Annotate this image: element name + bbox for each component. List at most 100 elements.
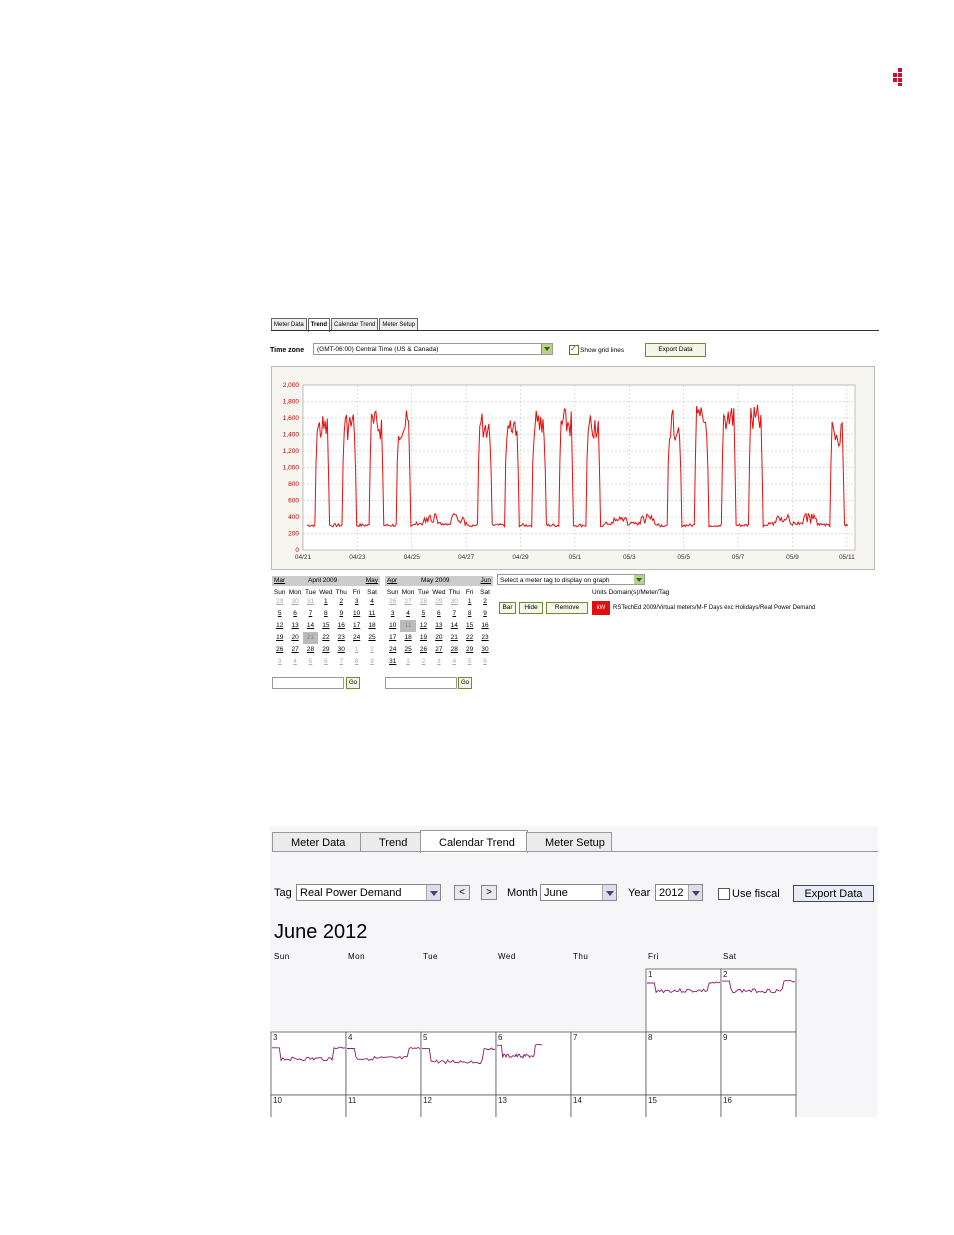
calendar-day[interactable]: 31 <box>385 656 400 668</box>
calendar-day[interactable]: 24 <box>349 632 364 644</box>
calendar-day[interactable]: 27 <box>287 644 302 656</box>
calendar-day[interactable]: 4 <box>287 656 302 668</box>
calendar-day[interactable]: 13 <box>431 620 446 632</box>
calendar-day[interactable]: 2 <box>334 596 349 608</box>
calendar-day[interactable]: 4 <box>447 656 462 668</box>
calendar-day[interactable]: 22 <box>318 632 333 644</box>
calendar-day[interactable]: 9 <box>364 656 379 668</box>
calendar-day[interactable]: 2 <box>477 596 492 608</box>
mini-calendar-prev-link[interactable]: Apr <box>387 577 397 584</box>
calendar-day[interactable]: 3 <box>431 656 446 668</box>
calendar-day[interactable]: 6 <box>477 656 492 668</box>
calendar-day[interactable]: 22 <box>462 632 477 644</box>
calendar-day[interactable]: 10 <box>349 608 364 620</box>
calendar-day[interactable]: 19 <box>272 632 287 644</box>
bar-button[interactable]: Bar <box>499 602 516 614</box>
remove-button[interactable]: Remove <box>546 602 588 614</box>
calendar-day[interactable]: 3 <box>385 608 400 620</box>
time-zone-select[interactable]: (GMT-06:00) Central Time (US & Canada) <box>313 343 553 355</box>
calendar-day[interactable]: 13 <box>287 620 302 632</box>
calendar-day[interactable]: 3 <box>272 656 287 668</box>
calendar-day[interactable]: 5 <box>416 608 431 620</box>
calendar-day[interactable]: 25 <box>364 632 379 644</box>
calendar-day[interactable]: 10 <box>385 620 400 632</box>
calendar-day[interactable]: 7 <box>334 656 349 668</box>
calendar-day[interactable]: 27 <box>400 596 415 608</box>
export-data-button[interactable]: Export Data <box>645 343 706 357</box>
meter-tag-select[interactable]: Select a meter tag to display on graph <box>497 574 645 585</box>
calendar-day[interactable]: 27 <box>431 644 446 656</box>
calendar-day[interactable]: 11 <box>364 608 379 620</box>
go-button[interactable]: Go <box>458 677 472 689</box>
calendar-day[interactable]: 25 <box>400 644 415 656</box>
calendar-day[interactable]: 6 <box>431 608 446 620</box>
calendar-day[interactable]: 8 <box>462 608 477 620</box>
calendar-day[interactable]: 1 <box>462 596 477 608</box>
calendar-day[interactable]: 30 <box>447 596 462 608</box>
calendar-day[interactable]: 2 <box>416 656 431 668</box>
calendar-day[interactable]: 23 <box>334 632 349 644</box>
calendar-day[interactable]: 18 <box>364 620 379 632</box>
calendar-day[interactable]: 8 <box>318 608 333 620</box>
calendar-day[interactable]: 6 <box>318 656 333 668</box>
calendar-day[interactable]: 1 <box>400 656 415 668</box>
calendar-day[interactable]: 30 <box>477 644 492 656</box>
show-grid-lines-checkbox[interactable] <box>569 344 579 355</box>
calendar-day[interactable]: 29 <box>318 644 333 656</box>
calendar-day[interactable]: 24 <box>385 644 400 656</box>
calendar-day[interactable]: 29 <box>431 596 446 608</box>
calendar-day[interactable]: 23 <box>477 632 492 644</box>
calendar-day[interactable]: 5 <box>303 656 318 668</box>
calendar-day[interactable]: 12 <box>416 620 431 632</box>
mini-calendar-date-input[interactable] <box>272 677 344 689</box>
calendar-day[interactable]: 2 <box>364 644 379 656</box>
mini-calendar-next-link[interactable]: Jun <box>481 577 491 584</box>
mini-calendar-next-link[interactable]: May <box>366 577 378 584</box>
calendar-day[interactable]: 19 <box>416 632 431 644</box>
calendar-day[interactable]: 14 <box>303 620 318 632</box>
calendar-day[interactable]: 17 <box>385 632 400 644</box>
calendar-day[interactable]: 12 <box>272 620 287 632</box>
calendar-day[interactable]: 7 <box>303 608 318 620</box>
calendar-day[interactable]: 8 <box>349 656 364 668</box>
calendar-day[interactable]: 28 <box>447 644 462 656</box>
calendar-day[interactable]: 16 <box>477 620 492 632</box>
calendar-day[interactable]: 15 <box>462 620 477 632</box>
calendar-day[interactable]: 28 <box>303 644 318 656</box>
calendar-day[interactable]: 11 <box>400 620 416 632</box>
calendar-day[interactable]: 28 <box>416 596 431 608</box>
calendar-day[interactable]: 21 <box>447 632 462 644</box>
calendar-day[interactable]: 3 <box>349 596 364 608</box>
calendar-day[interactable]: 26 <box>272 644 287 656</box>
calendar-day[interactable]: 18 <box>400 632 415 644</box>
calendar-day[interactable]: 29 <box>462 644 477 656</box>
calendar-day[interactable]: 26 <box>385 596 400 608</box>
calendar-day[interactable]: 30 <box>334 644 349 656</box>
calendar-day[interactable]: 4 <box>400 608 415 620</box>
calendar-day[interactable]: 9 <box>334 608 349 620</box>
calendar-day[interactable]: 4 <box>364 596 379 608</box>
calendar-day[interactable]: 20 <box>431 632 446 644</box>
calendar-day[interactable]: 1 <box>349 644 364 656</box>
calendar-day[interactable]: 30 <box>287 596 302 608</box>
calendar-day[interactable]: 20 <box>287 632 302 644</box>
calendar-day[interactable]: 7 <box>447 608 462 620</box>
calendar-day[interactable]: 9 <box>477 608 492 620</box>
calendar-day[interactable]: 29 <box>272 596 287 608</box>
hide-button[interactable]: Hide <box>519 602 543 614</box>
go-button[interactable]: Go <box>346 677 360 689</box>
calendar-day[interactable]: 5 <box>272 608 287 620</box>
chevron-down-icon[interactable] <box>634 575 644 584</box>
calendar-day[interactable]: 16 <box>334 620 349 632</box>
calendar-day[interactable]: 21 <box>302 632 319 644</box>
calendar-day[interactable]: 6 <box>287 608 302 620</box>
chevron-down-icon[interactable] <box>541 344 552 354</box>
calendar-day[interactable]: 5 <box>462 656 477 668</box>
calendar-day[interactable]: 17 <box>349 620 364 632</box>
calendar-day[interactable]: 15 <box>318 620 333 632</box>
mini-calendar-prev-link[interactable]: Mar <box>274 577 285 584</box>
calendar-day[interactable]: 31 <box>303 596 318 608</box>
calendar-day[interactable]: 14 <box>447 620 462 632</box>
calendar-day[interactable]: 26 <box>416 644 431 656</box>
calendar-day[interactable]: 1 <box>318 596 333 608</box>
